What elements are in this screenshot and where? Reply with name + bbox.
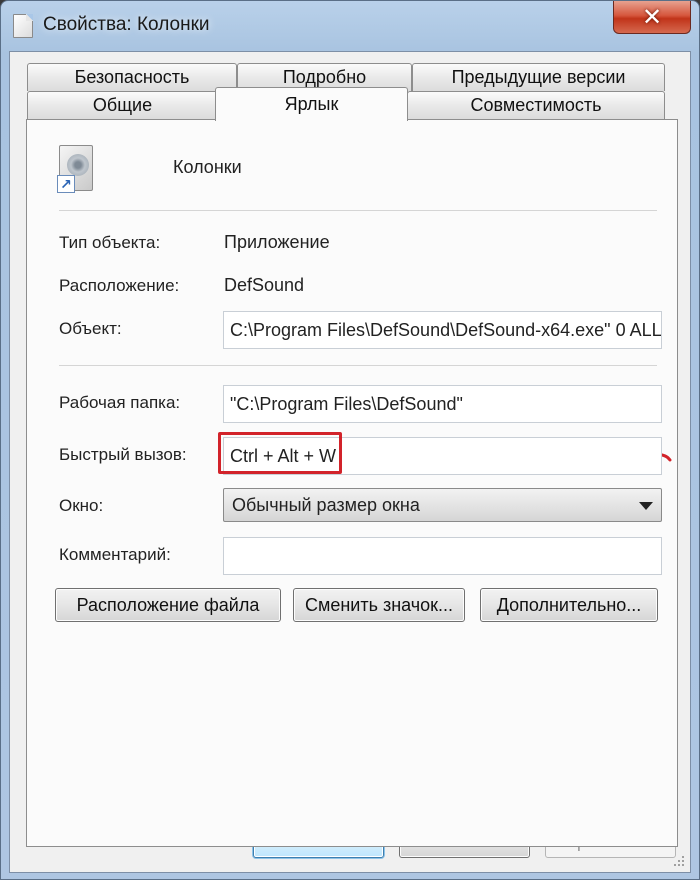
dialog-client-area: Безопасность Подробно Предыдущие версии … xyxy=(9,51,691,873)
close-button[interactable]: ✕ xyxy=(613,1,691,34)
window-title: Свойства: Колонки xyxy=(43,14,210,35)
hotkey-label: Быстрый вызов: xyxy=(59,445,187,464)
change-icon-button[interactable]: Сменить значок... xyxy=(293,588,465,622)
shortcut-name: Колонки xyxy=(173,157,242,177)
target-label: Объект: xyxy=(59,319,122,338)
tab-compatibility[interactable]: Совместимость xyxy=(407,91,665,119)
window-mode-label: Окно: xyxy=(59,496,104,515)
file-location-button[interactable]: Расположение файла xyxy=(55,588,281,622)
shortcut-arrow-icon: ↗ xyxy=(57,175,75,193)
red-highlight-box xyxy=(218,432,342,474)
workdir-label: Рабочая папка: xyxy=(59,393,181,412)
speaker-shortcut-icon: ↗ xyxy=(57,145,93,193)
type-label: Тип объекта: xyxy=(59,233,161,252)
type-value: Приложение xyxy=(224,232,330,252)
separator xyxy=(59,210,657,211)
window-mode-value: Обычный размер окна xyxy=(232,494,420,515)
chevron-down-icon xyxy=(639,502,653,510)
comment-label: Комментарий: xyxy=(59,545,171,564)
resize-grip-icon[interactable] xyxy=(672,854,686,868)
workdir-input[interactable]: "C:\Program Files\DefSound" xyxy=(223,385,662,423)
tab-shortcut[interactable]: Ярлык xyxy=(215,87,408,121)
shortcut-file-icon xyxy=(13,14,33,38)
tab-previous-versions[interactable]: Предыдущие версии xyxy=(412,63,665,91)
shortcut-tab-panel: ↗ Колонки Тип объекта: Приложение Распол… xyxy=(26,119,678,847)
location-label: Расположение: xyxy=(59,276,180,295)
tab-general[interactable]: Общие xyxy=(27,91,218,119)
speaker-disc-icon xyxy=(67,154,89,176)
separator xyxy=(59,365,657,366)
tab-security[interactable]: Безопасность xyxy=(27,63,237,91)
location-value: DefSound xyxy=(224,275,305,295)
advanced-button[interactable]: Дополнительно... xyxy=(480,588,658,622)
window-mode-select[interactable]: Обычный размер окна xyxy=(223,488,662,522)
comment-input[interactable] xyxy=(223,537,662,575)
title-bar[interactable]: Свойства: Колонки ✕ xyxy=(1,1,699,51)
target-input[interactable]: C:\Program Files\DefSound\DefSound-x64.e… xyxy=(223,311,662,349)
properties-window: Свойства: Колонки ✕ Безопасность Подробн… xyxy=(0,0,700,880)
